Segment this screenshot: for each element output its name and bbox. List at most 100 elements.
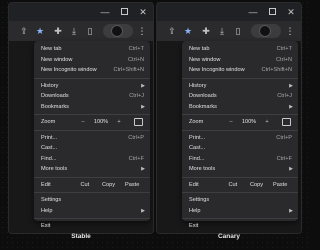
menu-item-new-tab[interactable]: New tab Ctrl+T	[182, 44, 298, 55]
menu-text: Exit	[189, 223, 199, 229]
menu-item-settings[interactable]: Settings	[182, 195, 298, 206]
menu-text: Ctrl+P	[128, 134, 144, 141]
menu-text: Exit	[41, 223, 51, 229]
menu-divider	[182, 192, 298, 193]
cut-button[interactable]: Cut	[73, 180, 97, 191]
zoom-out-button[interactable]: –	[75, 117, 91, 128]
chevron-right-icon: ▶	[289, 103, 293, 110]
side-panel-icon[interactable]: ▯	[83, 24, 97, 38]
menu-item-new-tab[interactable]: New tab Ctrl+T	[34, 44, 150, 55]
menu-divider	[182, 129, 298, 131]
app-menu: New tab Ctrl+T New window Ctrl+N New Incog…	[34, 41, 150, 229]
menu-divider	[34, 77, 150, 79]
star-icon[interactable]: ★	[181, 24, 195, 38]
kebab-menu-icon[interactable]: ⋮	[283, 24, 297, 38]
puzzle-icon[interactable]: ✚	[199, 24, 213, 38]
browser-window-stable: — ✕ ⇪ ★ ✚ ⤓ ▯ ⋮ New tab Ctrl+T New window…	[8, 2, 154, 234]
side-panel-icon[interactable]: ▯	[231, 24, 245, 38]
menu-divider	[34, 176, 150, 178]
toolbar: ⇪ ★ ✚ ⤓ ▯ ⋮	[9, 21, 153, 41]
menu-item-new-incognito-window[interactable]: New Incognito window Ctrl+Shift+N	[34, 65, 150, 76]
menu-item-help[interactable]: Help ▶	[34, 206, 150, 217]
menu-text: Bookmarks	[41, 103, 69, 110]
menu-item-print[interactable]: Print... Ctrl+P	[34, 133, 150, 144]
menu-text: Cast...	[41, 145, 58, 151]
menu-item-new-window[interactable]: New window Ctrl+N	[182, 55, 298, 66]
minimize-icon[interactable]: —	[247, 6, 259, 18]
menu-text: History	[41, 82, 59, 89]
chevron-right-icon: ▶	[141, 166, 145, 172]
maximize-icon[interactable]	[266, 6, 278, 18]
menu-text: Ctrl+P	[276, 134, 292, 141]
paste-button[interactable]: Paste	[120, 180, 144, 191]
toolbar: ⇪ ★ ✚ ⤓ ▯ ⋮	[157, 21, 301, 41]
menu-item-bookmarks[interactable]: Bookmarks ▶	[182, 102, 298, 113]
star-icon[interactable]: ★	[33, 24, 47, 38]
menu-text: New tab	[189, 46, 210, 52]
menu-divider	[34, 114, 150, 115]
menu-item-exit[interactable]: Exit	[182, 221, 298, 232]
menu-item-bookmarks[interactable]: Bookmarks ▶	[34, 102, 150, 113]
menu-item-help[interactable]: Help ▶	[182, 206, 298, 217]
avatar[interactable]	[103, 24, 133, 38]
minimize-icon[interactable]: —	[99, 6, 111, 18]
puzzle-icon[interactable]: ✚	[51, 24, 65, 38]
maximize-icon[interactable]	[118, 6, 130, 18]
menu-item-find[interactable]: Find... Ctrl+F	[34, 154, 150, 165]
close-icon[interactable]: ✕	[137, 6, 149, 18]
menu-item-more-tools[interactable]: More tools ▶	[34, 164, 150, 175]
download-icon[interactable]: ⤓	[67, 24, 81, 38]
menu-item-new-window[interactable]: New window Ctrl+N	[34, 55, 150, 66]
chevron-right-icon: ▶	[289, 207, 293, 214]
browser-window-canary: — ✕ ⇪ ★ ✚ ⤓ ▯ ⋮ New tab Ctrl+T New window…	[156, 2, 302, 234]
paste-button[interactable]: Paste	[268, 180, 292, 191]
cut-button[interactable]: Cut	[221, 180, 245, 191]
menu-text: Ctrl+T	[276, 46, 292, 52]
menu-item-cast[interactable]: Cast...	[34, 143, 150, 154]
kebab-menu-icon[interactable]: ⋮	[135, 24, 149, 38]
close-icon[interactable]: ✕	[285, 6, 297, 18]
menu-item-settings[interactable]: Settings	[34, 195, 150, 206]
menu-divider	[34, 129, 150, 131]
avatar[interactable]	[251, 24, 281, 38]
share-icon[interactable]: ⇪	[17, 24, 31, 38]
menu-item-history[interactable]: History ▶	[182, 81, 298, 92]
zoom-in-button[interactable]: +	[259, 117, 275, 128]
menu-divider	[182, 176, 298, 178]
menu-divider	[182, 114, 298, 115]
copy-button[interactable]: Copy	[97, 180, 121, 191]
download-icon[interactable]: ⤓	[215, 24, 229, 38]
menu-divider	[182, 218, 298, 219]
menu-text: History	[189, 82, 207, 89]
menu-item-exit[interactable]: Exit	[34, 221, 150, 232]
zoom-out-button[interactable]: –	[223, 117, 239, 128]
menu-text: Edit	[189, 181, 199, 188]
title-bar: — ✕	[9, 3, 153, 21]
app-menu: New tab Ctrl+T New window Ctrl+N New Incog…	[182, 41, 298, 229]
menu-text: Bookmarks	[189, 103, 217, 110]
zoom-in-button[interactable]: +	[111, 117, 127, 128]
menu-text: Ctrl+Shift+N	[261, 67, 292, 73]
menu-text: Find...	[41, 155, 57, 162]
chevron-right-icon: ▶	[289, 82, 293, 89]
menu-item-more-tools[interactable]: More tools ▶	[182, 164, 298, 175]
chevron-right-icon: ▶	[141, 207, 145, 214]
menu-item-downloads[interactable]: Downloads Ctrl+J	[182, 91, 298, 102]
menu-item-cast[interactable]: Cast...	[182, 143, 298, 154]
fullscreen-icon[interactable]	[134, 118, 143, 127]
menu-item-history[interactable]: History ▶	[34, 81, 150, 92]
menu-text: Settings	[189, 197, 210, 203]
menu-text: New tab	[41, 46, 62, 52]
copy-button[interactable]: Copy	[245, 180, 269, 191]
menu-text: Print...	[189, 134, 206, 141]
menu-item-edit: Edit Cut Copy Paste	[34, 180, 150, 191]
menu-item-new-incognito-window[interactable]: New Incognito window Ctrl+Shift+N	[182, 65, 298, 76]
menu-item-print[interactable]: Print... Ctrl+P	[182, 133, 298, 144]
menu-item-downloads[interactable]: Downloads Ctrl+J	[34, 91, 150, 102]
menu-text: Ctrl+J	[277, 93, 292, 99]
fullscreen-icon[interactable]	[282, 118, 291, 127]
menu-text: Downloads	[41, 93, 69, 99]
share-icon[interactable]: ⇪	[165, 24, 179, 38]
menu-item-find[interactable]: Find... Ctrl+F	[182, 154, 298, 165]
menu-text: Settings	[41, 197, 62, 203]
